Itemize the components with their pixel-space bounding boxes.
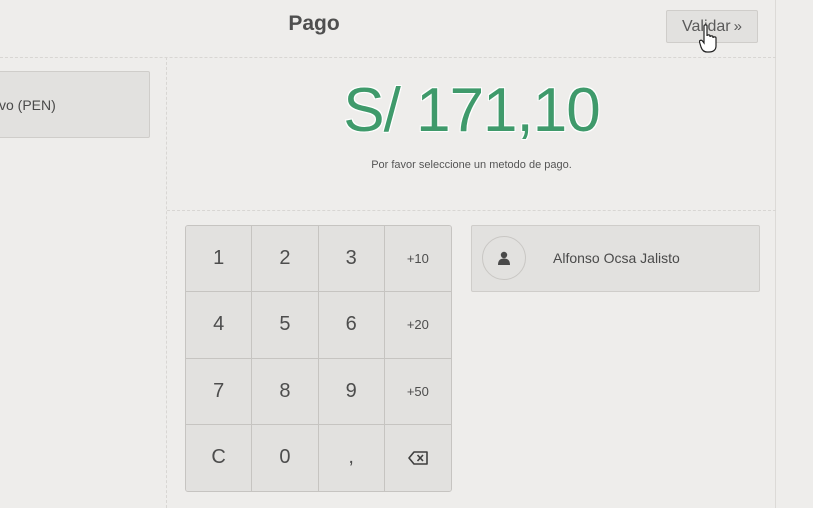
numpad: 1 2 3 +10 4 5 6 +20 7 8 9 +50 C 0 , (185, 225, 452, 492)
numpad-key-1[interactable]: 1 (186, 226, 253, 293)
header-divider (0, 57, 776, 58)
numpad-key-5[interactable]: 5 (252, 292, 319, 359)
summary-divider (167, 210, 776, 211)
numpad-key-9[interactable]: 9 (318, 358, 385, 425)
double-chevron-right-icon: » (733, 18, 742, 35)
payment-method-cash-button[interactable]: vo (PEN) (0, 71, 150, 138)
hand-cursor-icon (699, 24, 717, 53)
avatar (482, 236, 526, 280)
numpad-key-plus-20[interactable]: +20 (384, 292, 451, 359)
numpad-key-4[interactable]: 4 (186, 292, 253, 359)
numpad-key-6[interactable]: 6 (318, 292, 385, 359)
numpad-key-plus-10[interactable]: +10 (384, 226, 451, 293)
backspace-icon (408, 451, 428, 465)
payment-total-amount: S/ 171,10 (343, 76, 600, 145)
numpad-key-backspace[interactable] (384, 424, 451, 491)
numpad-key-3[interactable]: 3 (318, 226, 385, 293)
numpad-key-7[interactable]: 7 (186, 358, 253, 425)
numpad-key-8[interactable]: 8 (252, 358, 319, 425)
numpad-key-2[interactable]: 2 (252, 226, 319, 293)
numpad-key-clear[interactable]: C (186, 424, 253, 491)
user-icon (498, 251, 510, 265)
payment-method-label: vo (PEN) (0, 96, 56, 113)
numpad-key-comma[interactable]: , (318, 424, 385, 491)
numpad-key-0[interactable]: 0 (252, 424, 319, 491)
customer-name: Alfonso Ocsa Jalisto (553, 250, 680, 266)
page-title: Pago (288, 12, 340, 35)
payment-hint-text: Por favor seleccione un metodo de pago. (371, 159, 572, 171)
customer-button[interactable]: Alfonso Ocsa Jalisto (471, 225, 760, 292)
numpad-key-plus-50[interactable]: +50 (384, 358, 451, 425)
